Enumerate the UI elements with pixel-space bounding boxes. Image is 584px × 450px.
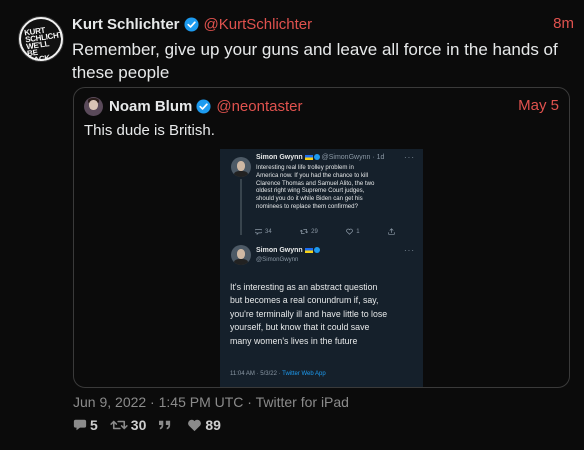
screenshot-avatar (231, 245, 251, 265)
quoted-avatar[interactable] (84, 97, 103, 116)
tweet-time[interactable]: 8m (553, 15, 574, 32)
screenshot-text-line: oldest right wing Supreme Court judges, (256, 187, 365, 195)
screenshot-app: Twitter Web App (282, 371, 326, 377)
thread-line (240, 179, 242, 235)
quote-icon (159, 420, 171, 430)
screenshot-avatar (231, 157, 251, 177)
heart-icon (188, 419, 202, 432)
like-count: 89 (205, 417, 221, 433)
like-button[interactable]: 89 (187, 417, 221, 433)
screenshot-like-count: 1 (356, 228, 360, 235)
tweet: KURT SCHLICHTER WE'LL BE BACK Kurt Schlicht… (0, 0, 584, 450)
screenshot-like: 1 (346, 228, 360, 235)
screenshot-name-2: Simon Gwynn (256, 247, 320, 254)
verified-badge-icon (313, 154, 320, 161)
ukraine-flag-icon (304, 154, 313, 160)
reply-count: 5 (90, 417, 98, 433)
screenshot-second-text: It's interesting as an abstract question… (230, 281, 420, 348)
screenshot-share (388, 228, 395, 235)
tweet-text: Remember, give up your guns and leave al… (72, 40, 558, 82)
attached-screenshot-image[interactable]: Simon Gwynn @SimonGwynn · 1d ··· Interes… (220, 149, 423, 387)
author-avatar[interactable]: KURT SCHLICHTER WE'LL BE BACK (18, 16, 64, 62)
avatar-face (89, 100, 98, 110)
verified-badge-icon (196, 98, 211, 114)
reply-button[interactable]: 5 (73, 417, 98, 433)
verified-badge-icon (313, 247, 320, 254)
screenshot-handle-time: @SimonGwynn · 1d (321, 154, 385, 161)
share-icon (388, 228, 395, 235)
more-options-icon: ··· (404, 153, 415, 162)
screenshot-name-text: Simon Gwynn (256, 247, 303, 254)
screenshot-text-line: many women's lives in the future (230, 335, 358, 346)
screenshot-actions: 34 29 1 (255, 228, 395, 235)
retweet-count: 30 (130, 417, 147, 433)
avatar-text: KURT SCHLICHTER WE'LL BE BACK (23, 25, 64, 62)
screenshot-text-line: but becomes a real conundrum if, say, (230, 295, 379, 306)
screenshot-retweet-count: 29 (311, 228, 318, 235)
quoted-date[interactable]: May 5 (518, 97, 559, 114)
screenshot-timestamp: 11:04 AM · 5/3/22 · (230, 371, 283, 377)
screenshot-retweet: 29 (300, 228, 318, 235)
screenshot-handle-2: @SimonGwynn (256, 256, 299, 263)
screenshot-text-line: should you do it while Biden can get his (256, 195, 363, 203)
retweet-icon (300, 229, 309, 234)
tweet-meta[interactable]: Jun 9, 2022 · 1:45 PM UTC · Twitter for … (73, 394, 349, 410)
screenshot-name: Simon Gwynn @SimonGwynn · 1d (256, 154, 384, 161)
quoted-text: This dude is British. (84, 122, 215, 139)
screenshot-text-line: nominees to replace them confirmed? (256, 202, 358, 210)
screenshot-text-line: It's interesting as an abstract question (230, 282, 378, 292)
author-handle[interactable]: @KurtSchlichter (204, 16, 313, 33)
more-options-icon: ··· (404, 246, 415, 255)
reply-icon (73, 419, 87, 431)
avatar-face (237, 161, 245, 171)
quoted-header: Noam Blum @neontaster May 5 (109, 96, 559, 116)
avatar-face (237, 249, 245, 259)
screenshot-meta: 11:04 AM · 5/3/22 · Twitter Web App (230, 371, 326, 377)
ukraine-flag-icon (304, 247, 313, 253)
screenshot-name-text: Simon Gwynn (256, 154, 303, 161)
retweet-icon (110, 420, 128, 430)
quote-button[interactable] (158, 419, 175, 431)
screenshot-first-text: Interesting real life trolley problem in… (256, 164, 421, 211)
screenshot-text-line: you're terminally ill and have little to… (230, 308, 388, 319)
screenshot-text-line: yourself, but know that it could save (230, 322, 370, 333)
screenshot-text-line: America now. If you had the chance to ki… (256, 171, 369, 179)
verified-badge-icon (184, 16, 199, 32)
tweet-header: Kurt Schlichter @KurtSchlichter 8m (72, 14, 574, 34)
heart-icon (346, 228, 354, 235)
reply-icon (255, 229, 262, 235)
screenshot-text-line: Clarence Thomas and Samuel Alito, the tw… (256, 179, 375, 187)
screenshot-text-line: Interesting real life trolley problem in (256, 164, 354, 171)
quoted-handle[interactable]: @neontaster (216, 98, 302, 115)
author-name[interactable]: Kurt Schlichter (72, 16, 180, 33)
avatar-body (234, 171, 248, 177)
screenshot-reply-count: 34 (265, 228, 272, 235)
quoted-tweet[interactable]: Noam Blum @neontaster May 5 This dude is… (73, 87, 570, 388)
screenshot-reply: 34 (255, 228, 272, 235)
retweet-button[interactable]: 30 (110, 417, 147, 433)
tweet-actions: 5 30 89 (73, 417, 233, 433)
quoted-name[interactable]: Noam Blum (109, 98, 192, 115)
avatar-body (234, 259, 248, 265)
